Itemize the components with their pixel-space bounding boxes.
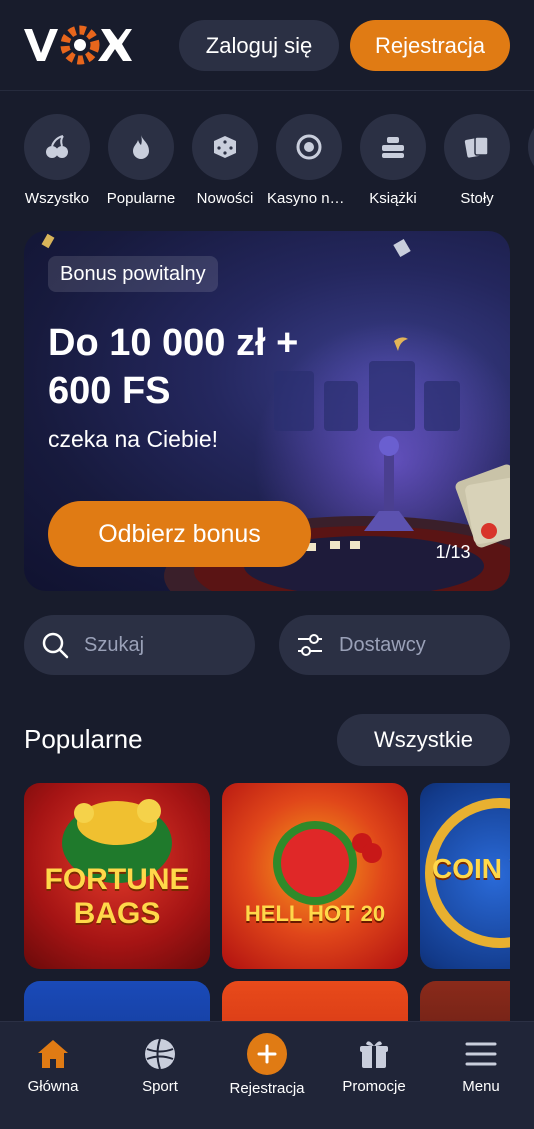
- category-label: Stoły: [460, 190, 494, 207]
- category-new[interactable]: Nowości: [183, 114, 267, 207]
- nav-home[interactable]: Główna: [0, 1022, 106, 1129]
- category-label: Nowości: [196, 190, 254, 207]
- category-label: Wszystko: [24, 190, 90, 207]
- banner-counter: 1/13: [435, 541, 471, 562]
- header: Zaloguj się Rejestracja: [0, 0, 534, 91]
- home-icon: [33, 1034, 73, 1074]
- game-tile-coin-win[interactable]: COIN WIN: [420, 783, 510, 969]
- nav-register[interactable]: Rejestracja: [214, 1022, 320, 1129]
- nav-label: Sport: [142, 1078, 178, 1095]
- cards-icon: [444, 114, 510, 180]
- gift-icon: [354, 1034, 394, 1074]
- coin-stack-icon: [360, 114, 426, 180]
- view-all-button[interactable]: Wszystkie: [337, 714, 510, 766]
- cherries-icon: [24, 114, 90, 180]
- providers-filter[interactable]: Dostawcy: [279, 615, 510, 675]
- banner-subtitle: czeka na Ciebie!: [48, 426, 219, 452]
- game-tile-hell-hot[interactable]: HELL HOT 20: [222, 783, 408, 969]
- banner-title: Do 10 000 zł + 600 FS: [48, 319, 388, 415]
- game-tile-partial[interactable]: [222, 981, 408, 1023]
- game-title: COIN WIN: [432, 853, 510, 884]
- game-title: HELL HOT 20: [244, 901, 386, 926]
- promo-banner[interactable]: Bonus powitalny Do 10 000 zł + 600 FS cz…: [24, 231, 510, 591]
- hell-hot-art: [273, 821, 382, 905]
- register-button[interactable]: Rejestracja: [350, 20, 510, 71]
- claim-bonus-button[interactable]: Odbierz bonus: [48, 501, 311, 567]
- banner-title-line1: Do 10 000 zł +: [48, 322, 299, 364]
- chip-icon: [276, 114, 342, 180]
- vox-logo[interactable]: [24, 25, 132, 65]
- flame-icon: [108, 114, 174, 180]
- category-books[interactable]: Książki: [351, 114, 435, 207]
- category-all[interactable]: Wszystko: [24, 114, 99, 207]
- game-title: FORTUNE BAGS: [44, 863, 190, 930]
- search-placeholder: Szukaj: [84, 633, 145, 656]
- category-label: Kasyno na…: [267, 190, 351, 207]
- category-more[interactable]: A: [519, 114, 534, 207]
- popular-section-title: Popularne: [24, 724, 143, 754]
- category-label: Książki: [369, 190, 417, 207]
- game-tile-partial[interactable]: [420, 981, 510, 1023]
- category-popular[interactable]: Popularne: [99, 114, 183, 207]
- nav-label: Rejestracja: [229, 1080, 305, 1097]
- dice-icon: [192, 114, 258, 180]
- category-label: Popularne: [106, 190, 176, 207]
- filter-icon: [295, 630, 325, 660]
- game-tile-partial[interactable]: [24, 981, 210, 1023]
- nav-promotions[interactable]: Promocje: [321, 1022, 427, 1129]
- more-icon: [528, 114, 534, 180]
- providers-label: Dostawcy: [339, 633, 426, 656]
- nav-menu[interactable]: Menu: [428, 1022, 534, 1129]
- game-tile-fortune-bags[interactable]: FORTUNE BAGS: [24, 783, 210, 969]
- category-scroller[interactable]: Wszystko Popularne Nowości Kasyno na… Ks…: [24, 114, 534, 214]
- popular-games-grid: FORTUNE BAGS HELL HOT 20 COIN WIN: [24, 783, 510, 1023]
- category-tables[interactable]: Stoły: [435, 114, 519, 207]
- search-icon: [40, 630, 70, 660]
- banner-tag: Bonus powitalny: [48, 256, 218, 292]
- banner-title-line2: 600 FS: [48, 370, 171, 412]
- bottom-navigation: Główna Sport Rejestracja Promocje Menu: [0, 1021, 534, 1129]
- hamburger-icon: [461, 1034, 501, 1074]
- nav-sport[interactable]: Sport: [107, 1022, 213, 1129]
- nav-label: Promocje: [342, 1078, 406, 1095]
- plus-icon: [247, 1033, 287, 1075]
- nav-label: Główna: [27, 1078, 79, 1095]
- ball-icon: [140, 1034, 180, 1074]
- category-live-casino[interactable]: Kasyno na…: [267, 114, 351, 207]
- search-field[interactable]: Szukaj: [24, 615, 255, 675]
- login-button[interactable]: Zaloguj się: [179, 20, 339, 71]
- nav-label: Menu: [462, 1078, 500, 1095]
